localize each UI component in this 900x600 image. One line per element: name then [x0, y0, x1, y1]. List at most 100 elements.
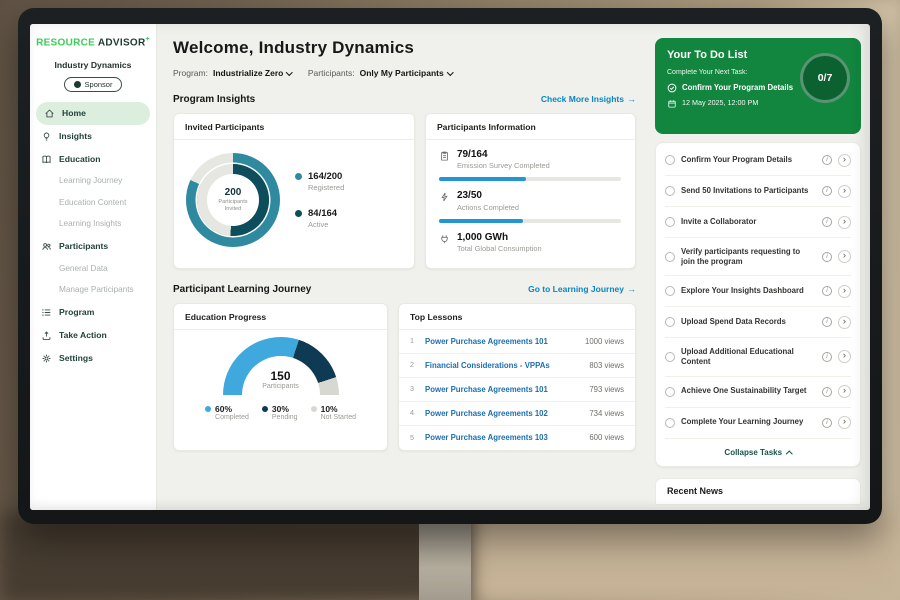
todo-progress-ring: 0/7: [800, 53, 850, 103]
task-checkbox[interactable]: [665, 217, 675, 227]
chevron-right-icon[interactable]: [838, 185, 851, 198]
todo-progress-value: 0/7: [818, 72, 833, 85]
sidebar: RESOURCE ADVISOR+ Industry Dynamics Spon…: [30, 24, 157, 510]
task-checkbox[interactable]: [665, 387, 675, 397]
info-icon[interactable]: [822, 387, 832, 397]
recent-news-header: Recent News: [655, 478, 861, 505]
arrow-right-icon: [627, 284, 636, 295]
task-checkbox[interactable]: [665, 317, 675, 327]
sidebar-item-learning-journey[interactable]: Learning Journey: [30, 171, 156, 193]
info-icon[interactable]: [822, 352, 832, 362]
lesson-link[interactable]: Power Purchase Agreements 102: [425, 409, 581, 418]
info-icon[interactable]: [822, 217, 832, 227]
legend-dot: [262, 406, 268, 412]
chevron-right-icon[interactable]: [838, 216, 851, 229]
task-row-upload-educational-content[interactable]: Upload Additional Educational Content: [665, 338, 851, 376]
task-row-upload-spend-data[interactable]: Upload Spend Data Records: [665, 307, 851, 338]
chevron-right-icon[interactable]: [838, 350, 851, 363]
info-icon[interactable]: [822, 286, 832, 296]
lesson-link[interactable]: Power Purchase Agreements 103: [425, 433, 581, 442]
org-name: Industry Dynamics: [30, 60, 156, 70]
plug-icon: [439, 233, 450, 246]
sidebar-item-manage-participants[interactable]: Manage Participants: [30, 280, 156, 302]
program-filter-label: Program:: [173, 68, 208, 78]
chevron-right-icon[interactable]: [838, 316, 851, 329]
task-row-verify-participants[interactable]: Verify participants requesting to join t…: [665, 238, 851, 276]
program-filter-dropdown[interactable]: Industrialize Zero: [213, 68, 292, 78]
invited-participants-card: Invited Participants 200 Participants In…: [173, 113, 415, 269]
sidebar-item-general-data[interactable]: General Data: [30, 258, 156, 280]
sidebar-item-label: Home: [62, 108, 86, 118]
learning-journey-title: Participant Learning Journey: [173, 284, 311, 296]
task-checkbox[interactable]: [665, 286, 675, 296]
chevron-right-icon[interactable]: [838, 250, 851, 263]
stat-actions-completed: 23/50 Actions Completed: [426, 181, 635, 212]
lesson-link[interactable]: Financial Considerations - VPPAs: [425, 361, 581, 370]
program-filter-value: Industrialize Zero: [213, 68, 283, 78]
sidebar-item-take-action[interactable]: Take Action: [30, 324, 156, 347]
participants-filter-dropdown[interactable]: Only My Participants: [360, 68, 453, 78]
calendar-icon: [667, 99, 677, 109]
task-row-complete-learning-journey[interactable]: Complete Your Learning Journey: [665, 408, 851, 439]
page-title: Welcome, Industry Dynamics: [173, 38, 636, 58]
sidebar-item-learning-insights[interactable]: Learning Insights: [30, 214, 156, 236]
legend-dot: [295, 173, 302, 180]
task-row-send-invitations[interactable]: Send 50 Invitations to Participants: [665, 176, 851, 207]
legend-not-started: 10% Not Started: [311, 404, 356, 423]
sidebar-item-insights[interactable]: Insights: [30, 125, 156, 148]
info-icon[interactable]: [822, 155, 832, 165]
chevron-right-icon[interactable]: [838, 416, 851, 429]
task-row-explore-insights[interactable]: Explore Your Insights Dashboard: [665, 276, 851, 307]
check-more-insights-link[interactable]: Check More Insights: [541, 94, 636, 105]
info-icon[interactable]: [822, 317, 832, 327]
gauge-center-value: 150: [262, 369, 299, 383]
lesson-row: 3 Power Purchase Agreements 101 793 view…: [399, 378, 635, 402]
chevron-right-icon[interactable]: [838, 285, 851, 298]
go-to-learning-journey-link[interactable]: Go to Learning Journey: [528, 284, 636, 295]
legend-active: 84/164 Active: [295, 208, 344, 229]
logo-primary: RESOURCE: [36, 37, 95, 48]
sidebar-item-label: Program: [59, 307, 94, 317]
bolt-icon: [439, 191, 450, 204]
task-row-achieve-target[interactable]: Achieve One Sustainability Target: [665, 377, 851, 408]
sidebar-item-settings[interactable]: Settings: [30, 347, 156, 370]
participants-information-card: Participants Information 79/164 Emission…: [425, 113, 636, 269]
background-desk-left: [0, 512, 475, 600]
sponsor-badge[interactable]: Sponsor: [64, 77, 123, 92]
participants-filter-value: Only My Participants: [360, 68, 444, 78]
invited-donut-chart: 200 Participants Invited: [186, 153, 280, 247]
lesson-link[interactable]: Power Purchase Agreements 101: [425, 337, 577, 346]
background-desk-right: [475, 512, 900, 600]
lesson-views: 734 views: [589, 409, 624, 418]
task-checkbox[interactable]: [665, 252, 675, 262]
card-title: Education Progress: [174, 304, 387, 330]
collapse-tasks-button[interactable]: Collapse Tasks: [665, 439, 851, 463]
sidebar-item-program[interactable]: Program: [30, 301, 156, 324]
book-icon: [41, 154, 52, 165]
monitor-bezel: RESOURCE ADVISOR+ Industry Dynamics Spon…: [18, 8, 882, 524]
task-checkbox[interactable]: [665, 186, 675, 196]
sidebar-item-participants[interactable]: Participants: [30, 235, 156, 258]
sidebar-item-home[interactable]: Home: [36, 102, 150, 125]
task-checkbox[interactable]: [665, 418, 675, 428]
sidebar-item-education-content[interactable]: Education Content: [30, 192, 156, 214]
home-icon: [44, 108, 55, 119]
info-icon[interactable]: [822, 418, 832, 428]
task-checkbox[interactable]: [665, 155, 675, 165]
card-title: Top Lessons: [399, 304, 635, 330]
sidebar-item-education[interactable]: Education: [30, 148, 156, 171]
chevron-right-icon[interactable]: [838, 385, 851, 398]
task-checkbox[interactable]: [665, 352, 675, 362]
todo-summary-card: Your To Do List Complete Your Next Task:…: [655, 38, 861, 134]
info-icon[interactable]: [822, 252, 832, 262]
task-row-invite-collaborator[interactable]: Invite a Collaborator: [665, 207, 851, 238]
task-row-confirm-program[interactable]: Confirm Your Program Details: [665, 145, 851, 176]
clipboard-icon: [439, 150, 450, 163]
info-icon[interactable]: [822, 186, 832, 196]
donut-center-value: 200: [225, 187, 242, 199]
chevron-right-icon[interactable]: [838, 154, 851, 167]
program-insights-title: Program Insights: [173, 94, 255, 106]
legend-completed: 60% Completed: [205, 404, 249, 423]
legend-dot: [311, 406, 317, 412]
lesson-link[interactable]: Power Purchase Agreements 101: [425, 385, 581, 394]
